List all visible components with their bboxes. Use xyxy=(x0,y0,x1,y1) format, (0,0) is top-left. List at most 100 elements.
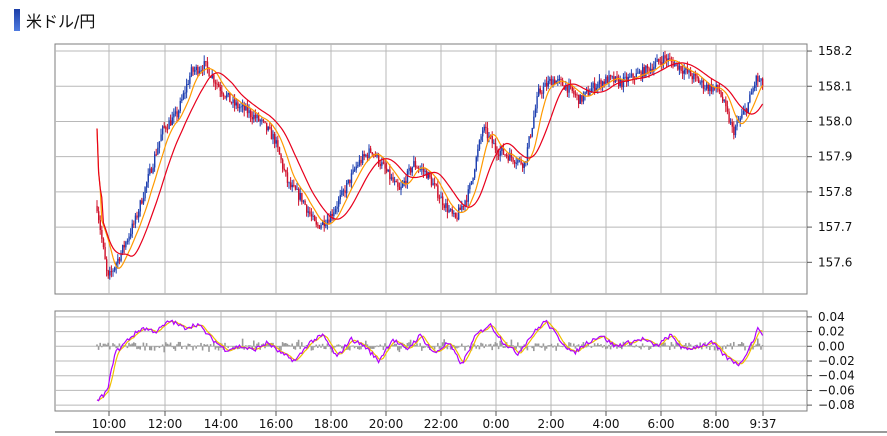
candle-body xyxy=(130,233,132,237)
candle-body xyxy=(253,114,255,120)
candle-body xyxy=(315,220,317,225)
candle-body xyxy=(294,186,297,190)
candle-body xyxy=(547,80,549,87)
candle-body xyxy=(238,107,241,109)
candle-body xyxy=(726,106,729,112)
candle-body xyxy=(134,215,137,224)
candle-body xyxy=(176,111,178,118)
candle-body xyxy=(637,72,639,74)
candle-body xyxy=(371,152,373,155)
candle-body xyxy=(541,92,543,94)
candle-body xyxy=(133,223,135,225)
candle-body xyxy=(102,238,105,248)
candle-body xyxy=(606,76,609,83)
candle-body xyxy=(291,184,293,188)
candle-body xyxy=(680,65,682,71)
candle-body xyxy=(366,154,369,158)
candle-body xyxy=(621,79,623,88)
candle-body xyxy=(450,209,452,211)
candle-body xyxy=(397,182,399,187)
candle-body xyxy=(221,90,223,94)
candle-body xyxy=(440,196,442,199)
candle-body xyxy=(728,111,730,123)
candle-body xyxy=(256,114,258,119)
candle-body xyxy=(402,183,404,187)
time-tick-label: 22:00 xyxy=(424,417,459,431)
price-tick-label: 158.1 xyxy=(818,79,852,93)
candle-body xyxy=(160,134,162,142)
candle-body xyxy=(688,70,690,73)
candle-body xyxy=(171,117,173,126)
candle-body xyxy=(158,141,161,148)
candle-body xyxy=(235,102,237,106)
candle-body xyxy=(504,154,506,156)
candle-body xyxy=(533,116,535,128)
candle-body xyxy=(293,184,295,187)
candle-body xyxy=(368,148,370,158)
candle-body xyxy=(589,92,591,96)
candle-body xyxy=(390,177,393,180)
candle-body xyxy=(179,101,181,112)
candle-body xyxy=(283,168,285,170)
candle-body xyxy=(354,169,356,171)
candle-body xyxy=(352,169,354,174)
time-tick-label: 18:00 xyxy=(314,417,349,431)
candle-body xyxy=(600,80,602,88)
candle-body xyxy=(262,119,265,122)
time-tick-label: 12:00 xyxy=(148,417,183,431)
candle-body xyxy=(598,80,601,85)
candle-body xyxy=(168,120,170,130)
candle-body xyxy=(307,211,309,213)
candle-body xyxy=(646,65,649,69)
candle-body xyxy=(296,188,298,190)
candle-body xyxy=(318,225,321,229)
candle-body xyxy=(702,80,705,89)
candle-body xyxy=(448,209,450,213)
candle-body xyxy=(408,167,410,171)
candle-body xyxy=(752,88,754,93)
candle-body xyxy=(630,73,633,77)
candle-body xyxy=(474,170,476,178)
candle-body xyxy=(163,126,165,128)
candle-body xyxy=(264,121,266,123)
candle-body xyxy=(466,200,468,202)
candle-body xyxy=(317,224,319,226)
time-tick-label: 16:00 xyxy=(259,417,294,431)
candle-body xyxy=(237,102,239,109)
candle-body xyxy=(568,84,570,93)
candle-body xyxy=(141,200,143,204)
candle-body xyxy=(579,95,581,104)
time-axis-labels: 10:00 12:00 14:00 16:00 18:00 20:00 22:00 0:00 2… xyxy=(92,411,776,431)
candle-body xyxy=(112,270,114,272)
candle-body xyxy=(333,212,335,217)
candle-body xyxy=(219,87,221,91)
oscillator-tick-label: 0.00 xyxy=(818,339,845,353)
candle-body xyxy=(725,100,727,107)
candle-body xyxy=(400,186,402,190)
candle-body xyxy=(578,94,580,104)
candle-body xyxy=(131,223,133,234)
price-tick-label: 157.7 xyxy=(818,220,852,234)
candle-body xyxy=(736,121,738,127)
candle-body xyxy=(218,84,220,88)
candle-body xyxy=(342,190,345,192)
candle-body xyxy=(136,215,138,218)
candle-body xyxy=(486,128,489,139)
candle-body xyxy=(259,120,261,122)
candle-body xyxy=(638,71,641,73)
candle-body xyxy=(493,143,495,145)
candle-body xyxy=(197,66,199,74)
candle-body xyxy=(707,84,709,91)
candle-body xyxy=(187,83,189,85)
candle-body xyxy=(760,78,762,81)
candle-body xyxy=(165,126,167,129)
candle-body xyxy=(349,179,351,184)
candle-body xyxy=(275,140,277,144)
candle-body xyxy=(443,205,445,208)
candle-body xyxy=(581,95,583,102)
candle-body xyxy=(195,66,197,71)
candle-body xyxy=(507,156,509,161)
candle-body xyxy=(338,199,340,207)
oscillator-tick-label: −0.02 xyxy=(818,354,855,368)
candle-body xyxy=(250,110,252,118)
